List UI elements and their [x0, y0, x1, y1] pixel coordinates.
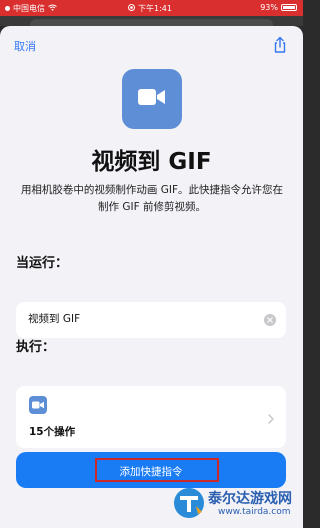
status-time: 下午1:41	[138, 4, 172, 13]
signal-icon	[5, 6, 10, 11]
watermark-title: 泰尔达游戏网	[208, 491, 292, 507]
video-camera-icon	[138, 88, 166, 110]
carrier-label: 中国电信	[13, 4, 45, 13]
status-bar: 中国电信 下午1:41 93%	[0, 0, 303, 16]
background-sheet	[0, 16, 303, 26]
recording-icon	[128, 4, 135, 13]
when-run-label: 当运行：	[16, 256, 69, 271]
watermark-url: www.tairda.com	[218, 507, 291, 517]
status-bar-left: 中国电信	[5, 3, 57, 14]
execute-label: 执行：	[16, 340, 56, 355]
site-watermark: 泰尔达游戏网 www.tairda.com	[172, 486, 298, 522]
actions-card[interactable]: 15个操作	[16, 386, 286, 448]
wifi-icon	[48, 4, 57, 13]
shortcut-name-field[interactable]	[16, 302, 286, 338]
action-count: 15个操作	[29, 426, 76, 438]
add-shortcut-label: 添加快捷指令	[119, 466, 183, 478]
background-sheet-edge	[30, 19, 273, 26]
cancel-button[interactable]: 取消	[14, 38, 36, 54]
add-shortcut-sheet: 取消 视频到 GIF 用相机胶卷中的视频制作动画 GIF。此快捷指令允许您在制作…	[0, 26, 303, 528]
add-shortcut-button[interactable]: 添加快捷指令	[16, 452, 286, 488]
shortcut-app-icon	[122, 69, 182, 129]
battery-percent: 93%	[260, 3, 278, 12]
clear-icon[interactable]	[264, 314, 276, 326]
status-bar-center: 下午1:41	[128, 3, 172, 14]
chevron-right-icon	[268, 409, 274, 428]
shortcut-name-input[interactable]	[28, 312, 248, 324]
shortcut-title: 视频到 GIF	[91, 149, 212, 175]
shortcut-description: 用相机胶卷中的视频制作动画 GIF。此快捷指令允许您在制作 GIF 前修剪视频。	[20, 184, 284, 213]
battery-icon	[281, 4, 297, 11]
share-icon[interactable]	[271, 36, 289, 54]
status-bar-right: 93%	[260, 3, 297, 12]
video-camera-icon	[29, 396, 47, 414]
site-logo-icon	[172, 486, 206, 520]
